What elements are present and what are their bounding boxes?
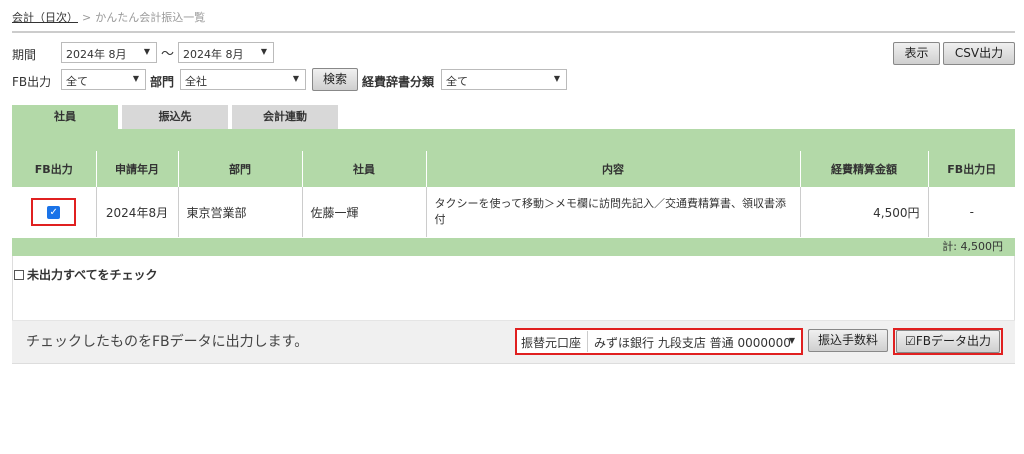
department-cell: 東京営業部 [177, 187, 302, 237]
source-account-select[interactable]: みずほ銀行 九段支店 普通 0000000 ▼ [587, 331, 801, 352]
chevron-down-icon: ▼ [143, 47, 150, 56]
period-from-value: 2024年 8月 [66, 48, 127, 61]
fb-data-output-highlight: ☑FBデータ出力 [893, 328, 1003, 355]
total-bar: 計: 4,500円 [12, 238, 1015, 256]
fb-output-value: 全て [66, 75, 88, 88]
employee-cell: 佐藤一輝 [301, 187, 426, 237]
col-header-month: 申請年月 [95, 151, 178, 187]
tab-payees[interactable]: 振込先 [122, 105, 228, 129]
fb-data-output-label: FBデータ出力 [915, 334, 991, 348]
department-label: 部門 [150, 75, 175, 89]
expense-category-label: 経費辞書分類 [362, 75, 435, 89]
period-from-select[interactable]: 2024年 8月 ▼ [61, 42, 157, 63]
source-account-value: みずほ銀行 九段支店 普通 0000000 [594, 336, 791, 350]
amount-cell: 4,500円 [799, 187, 928, 237]
fb-output-checkbox[interactable]: ✓ [47, 206, 61, 219]
col-header-fb-output: FB出力 [12, 151, 96, 187]
col-header-amount: 経費精算金額 [799, 151, 928, 187]
source-account-highlight: 振替元口座 みずほ銀行 九段支店 普通 0000000 ▼ [515, 328, 803, 355]
tab-content-band [12, 129, 1015, 151]
breadcrumb-separator: > [82, 11, 92, 24]
month-cell: 2024年8月 [95, 187, 178, 237]
col-header-fb-date: FB出力日 [927, 151, 1015, 187]
department-value: 全社 [185, 75, 207, 88]
col-header-employee: 社員 [301, 151, 426, 187]
col-header-content: 内容 [425, 151, 800, 187]
breadcrumb-link-accounting[interactable]: 会計（日次） [12, 11, 78, 24]
transfer-fee-button[interactable]: 振込手数料 [808, 329, 888, 352]
col-header-department: 部門 [177, 151, 302, 187]
transfer-table: FB出力 申請年月 部門 社員 内容 経費精算金額 FB出力日 ✓ 2024年8… [12, 151, 1015, 237]
period-label: 期間 [12, 48, 37, 62]
checkbox-icon: ☑ [905, 334, 916, 348]
breadcrumb: 会計（日次） > かんたん会計振込一覧 [12, 9, 205, 25]
source-account-label: 振替元口座 [521, 336, 582, 350]
header-divider [12, 31, 1015, 33]
chevron-down-icon: ▼ [132, 74, 139, 83]
tab-employees[interactable]: 社員 [12, 105, 118, 129]
table-header-row: FB出力 申請年月 部門 社員 内容 経費精算金額 FB出力日 [12, 151, 1015, 187]
breadcrumb-current: かんたん会計振込一覧 [95, 11, 206, 24]
expense-category-select[interactable]: 全て ▼ [441, 69, 567, 90]
fb-output-label: FB出力 [12, 75, 52, 89]
range-tilde: 〜 [161, 47, 175, 62]
csv-export-button[interactable]: CSV出力 [943, 42, 1015, 65]
chevron-down-icon: ▼ [292, 74, 299, 83]
table-row: ✓ 2024年8月 東京営業部 佐藤一輝 タクシーを使って移動＞メモ欄に訪問先記… [12, 187, 1015, 237]
fb-output-checkbox-highlight: ✓ [31, 198, 77, 226]
expense-category-value: 全て [446, 75, 468, 88]
department-select[interactable]: 全社 ▼ [180, 69, 306, 90]
bottom-message: チェックしたものをFBデータに出力します。 [26, 334, 309, 350]
fb-output-cell: ✓ [12, 187, 96, 237]
chevron-down-icon: ▼ [788, 336, 795, 345]
show-button[interactable]: 表示 [893, 42, 940, 65]
chevron-down-icon: ▼ [260, 47, 267, 56]
period-to-select[interactable]: 2024年 8月 ▼ [178, 42, 274, 63]
content-cell: タクシーを使って移動＞メモ欄に訪問先記入／交通費精算書、領収書添付 [425, 187, 800, 237]
check-all-label: 未出力すべてをチェック [27, 268, 158, 282]
chevron-down-icon: ▼ [553, 74, 560, 83]
check-all-unexported[interactable]: 未出力すべてをチェック [14, 266, 157, 283]
tab-accounting-link[interactable]: 会計連動 [232, 105, 338, 129]
check-all-checkbox[interactable] [14, 270, 24, 280]
fb-output-select[interactable]: 全て ▼ [61, 69, 146, 90]
fb-date-cell: - [927, 187, 1015, 237]
period-to-value: 2024年 8月 [183, 48, 244, 61]
fb-data-output-button[interactable]: ☑FBデータ出力 [896, 330, 1000, 353]
search-button[interactable]: 検索 [312, 68, 358, 91]
